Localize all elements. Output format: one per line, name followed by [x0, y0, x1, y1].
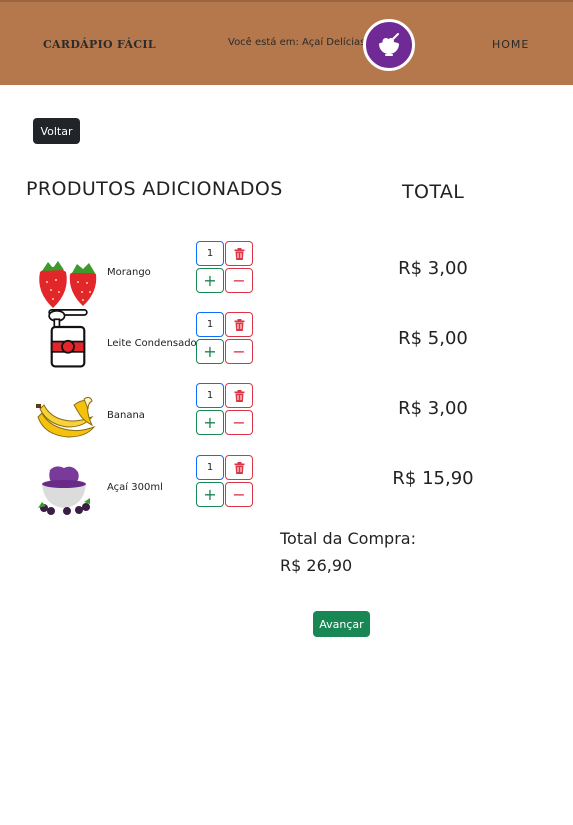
delete-item-button[interactable] [225, 455, 253, 480]
products-heading: PRODUTOS ADICIONADOS [26, 178, 283, 200]
next-button[interactable]: Avançar [313, 611, 370, 637]
quantity-input[interactable]: 1 [196, 383, 224, 408]
minus-icon: − [232, 271, 246, 290]
total-heading: TOTAL [402, 181, 465, 203]
increase-quantity-button[interactable]: + [196, 410, 224, 435]
plus-icon: + [203, 485, 217, 504]
cart-item-row: Leite Condensado 1 + − R$ 5,00 [0, 309, 573, 381]
store-logo[interactable] [363, 19, 415, 71]
product-name: Banana [107, 410, 145, 421]
quantity-input[interactable]: 1 [196, 312, 224, 337]
trash-icon [234, 318, 244, 331]
banana-icon [36, 396, 96, 438]
acai-bowl-icon [379, 33, 399, 56]
minus-icon: − [232, 413, 246, 432]
trash-icon [234, 389, 244, 402]
plus-icon: + [203, 342, 217, 361]
plus-icon: + [203, 271, 217, 290]
delete-item-button[interactable] [225, 312, 253, 337]
quantity-input[interactable]: 1 [196, 241, 224, 266]
decrease-quantity-button[interactable]: − [225, 410, 253, 435]
cart-item-row: Banana 1 + − R$ 3,00 [0, 382, 573, 452]
condensed-milk-can-icon [48, 309, 88, 368]
minus-icon: − [232, 342, 246, 361]
increase-quantity-button[interactable]: + [196, 482, 224, 507]
product-name: Leite Condensado [107, 338, 197, 349]
item-price: R$ 3,00 [398, 258, 468, 279]
item-price: R$ 15,90 [392, 468, 474, 489]
cart-item-row: Açaí 300ml 1 + − R$ 15,90 [0, 454, 573, 524]
trash-icon [234, 247, 244, 260]
strawberry-icon [39, 261, 97, 308]
nav-home-link[interactable]: HOME [492, 38, 529, 51]
brand-title[interactable]: CARDÁPIO FÁCIL [43, 38, 156, 51]
order-total-value: R$ 26,90 [280, 556, 353, 575]
delete-item-button[interactable] [225, 383, 253, 408]
item-price: R$ 3,00 [398, 398, 468, 419]
increase-quantity-button[interactable]: + [196, 339, 224, 364]
product-name: Morango [107, 267, 151, 278]
quantity-input[interactable]: 1 [196, 455, 224, 480]
product-name: Açaí 300ml [107, 482, 163, 493]
top-navbar: CARDÁPIO FÁCIL Você está em: Açaí Delíci… [0, 0, 573, 85]
decrease-quantity-button[interactable]: − [225, 482, 253, 507]
item-price: R$ 5,00 [398, 328, 468, 349]
cart-item-row: Morango 1 + − R$ 3,00 [0, 240, 573, 310]
plus-icon: + [203, 413, 217, 432]
acai-bowl-icon [38, 466, 90, 515]
order-total-label: Total da Compra: [280, 529, 416, 548]
decrease-quantity-button[interactable]: − [225, 268, 253, 293]
delete-item-button[interactable] [225, 241, 253, 266]
location-text: Você está em: Açaí Delícias [228, 37, 366, 48]
increase-quantity-button[interactable]: + [196, 268, 224, 293]
decrease-quantity-button[interactable]: − [225, 339, 253, 364]
minus-icon: − [232, 485, 246, 504]
trash-icon [234, 461, 244, 474]
back-button[interactable]: Voltar [33, 118, 80, 144]
